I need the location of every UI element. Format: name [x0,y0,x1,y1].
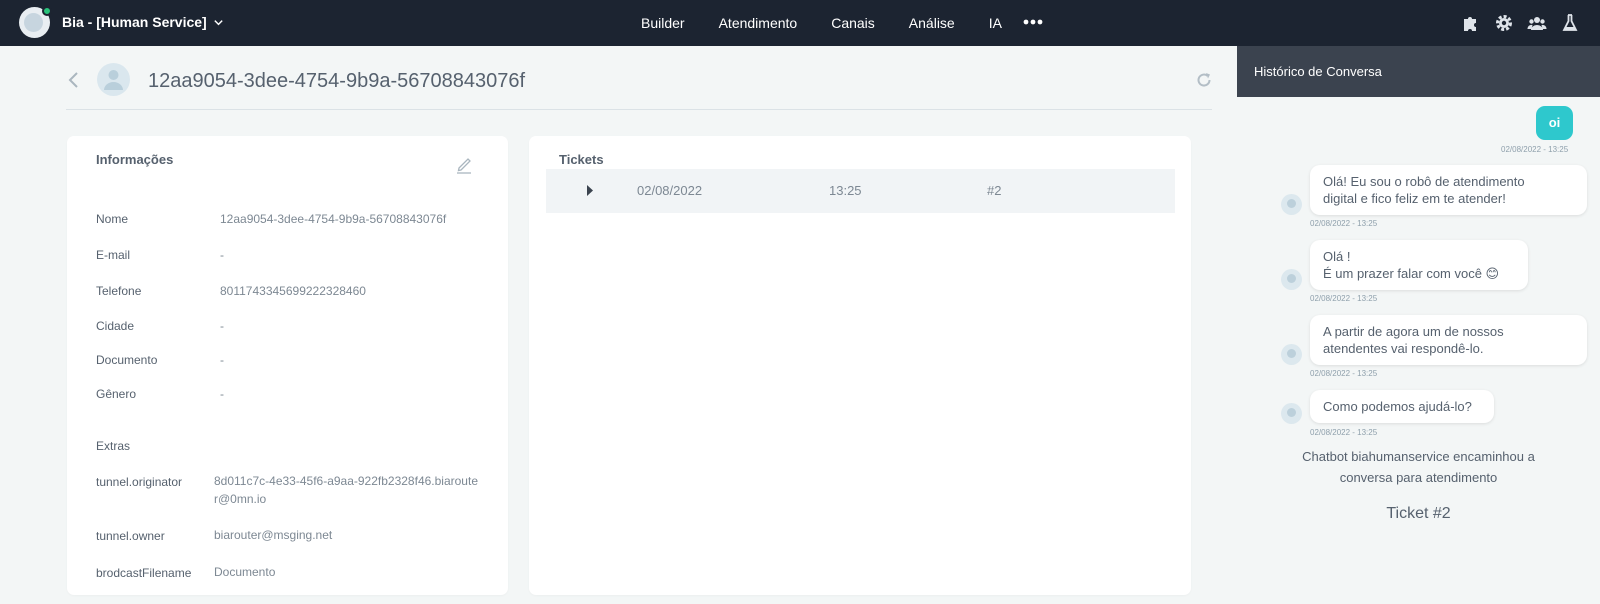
top-actions [1461,13,1580,33]
message-line: atendentes vai respondê-lo. [1323,341,1484,356]
message-timestamp: 02/08/2022 - 13:25 [1310,428,1378,437]
field-label: E-mail [96,248,131,262]
field-value: 12aa9054-3dee-4754-9b9a-56708843076f [220,212,447,226]
bot-message-avatar [1281,269,1302,290]
chevron-down-icon [214,19,223,25]
bot-avatar[interactable] [19,6,52,38]
system-message: Chatbot biahumanservice encaminhou a con… [1237,446,1600,488]
pencil-icon[interactable] [454,154,474,174]
field-value: Documento [214,565,276,579]
field-label: Telefone [96,284,142,298]
puzzle-icon[interactable] [1461,13,1481,33]
history-title: Histórico de Conversa [1254,64,1382,79]
user-icon [104,70,123,90]
team-icon[interactable] [1527,13,1547,33]
message-timestamp: 02/08/2022 - 13:25 [1310,369,1378,378]
back-arrow-icon[interactable] [66,70,82,90]
field-label: brodcastFilename [96,566,192,580]
refresh-icon[interactable] [1196,72,1212,88]
contact-title: 12aa9054-3dee-4754-9b9a-56708843076f [148,70,526,92]
message-line: É um prazer falar com você 😊 [1323,266,1500,281]
history-header: Histórico de Conversa [1237,46,1600,97]
field-value: - [220,387,224,401]
field-label: Gênero [96,387,137,401]
system-message-line: Chatbot biahumanservice encaminhou a [1302,449,1535,464]
message-line: A partir de agora um de nossos [1323,324,1504,339]
message-line: digital e fico feliz em te atender! [1323,191,1506,206]
message-line: Olá! Eu sou o robô de atendimento [1323,174,1525,189]
field-label: Documento [96,353,158,367]
system-message-line: conversa para atendimento [1339,470,1498,485]
ticket-row[interactable]: 02/08/2022 13:25 #2 [546,169,1175,213]
header-divider [66,109,1212,110]
ticket-label: Ticket #2 [1386,505,1451,522]
outgoing-message: oi [1536,106,1573,140]
message-line: Olá ! [1323,249,1351,264]
online-status-dot [42,6,52,16]
info-card-title: Informações [96,152,174,167]
bot-message-avatar [1281,403,1302,424]
bot-selector[interactable]: Bia - [Human Service] [62,14,224,30]
bot-message: A partir de agora um de nossos atendente… [1310,315,1587,365]
bot-name: Bia - [Human Service] [62,14,207,30]
bot-avatar-image [24,13,43,32]
field-value: - [220,353,224,367]
field-label: Cidade [96,319,135,333]
field-value: - [220,319,224,333]
field-value: biarouter@msging.net [214,528,333,542]
ticket-number: #2 [987,183,1002,198]
field-label: tunnel.owner [96,529,165,543]
field-value: 8011743345699222328460 [220,284,366,298]
tickets-card: Tickets 02/08/2022 13:25 #2 [529,136,1191,595]
message-timestamp: 02/08/2022 - 13:25 [1310,219,1378,228]
message-timestamp: 02/08/2022 - 13:25 [1501,145,1569,154]
conversation-history-panel: Histórico de Conversa oi 02/08/2022 - 13… [1237,46,1600,604]
more-options-icon[interactable] [1022,14,1044,30]
top-bar: Bia - [Human Service] Builder Atendiment… [0,0,1600,46]
contact-avatar [97,63,130,96]
flask-icon[interactable] [1560,13,1580,33]
nav-analise[interactable]: Análise [909,15,955,31]
bot-message-avatar [1281,344,1302,365]
nav-canais[interactable]: Canais [831,15,875,31]
field-value: - [220,248,224,262]
bot-message-avatar [1281,194,1302,215]
ticket-time: 13:25 [829,183,862,198]
gear-icon[interactable] [1494,13,1514,33]
bot-message: Olá ! É um prazer falar com você 😊 [1310,240,1528,290]
info-card: Informações Nome 12aa9054-3dee-4754-9b9a… [67,136,508,595]
nav-atendimento[interactable]: Atendimento [719,15,798,31]
caret-right-icon[interactable] [586,185,594,196]
main-nav: Builder Atendimento Canais Análise IA [641,15,1036,31]
extras-title: Extras [96,439,131,453]
nav-ia[interactable]: IA [989,15,1002,31]
bot-message: Olá! Eu sou o robô de atendimento digita… [1310,165,1587,215]
field-value: 8d011c7c-4e33-45f6-a9aa-922fb2328f46.bia… [214,474,478,506]
message-timestamp: 02/08/2022 - 13:25 [1310,294,1378,303]
nav-builder[interactable]: Builder [641,15,685,31]
ticket-date: 02/08/2022 [637,183,703,198]
tickets-card-title: Tickets [559,152,604,167]
field-label: tunnel.originator [96,475,183,489]
message-line: Como podemos ajudá-lo? [1323,399,1472,414]
bot-message: Como podemos ajudá-lo? [1310,390,1494,423]
field-label: Nome [96,212,129,226]
